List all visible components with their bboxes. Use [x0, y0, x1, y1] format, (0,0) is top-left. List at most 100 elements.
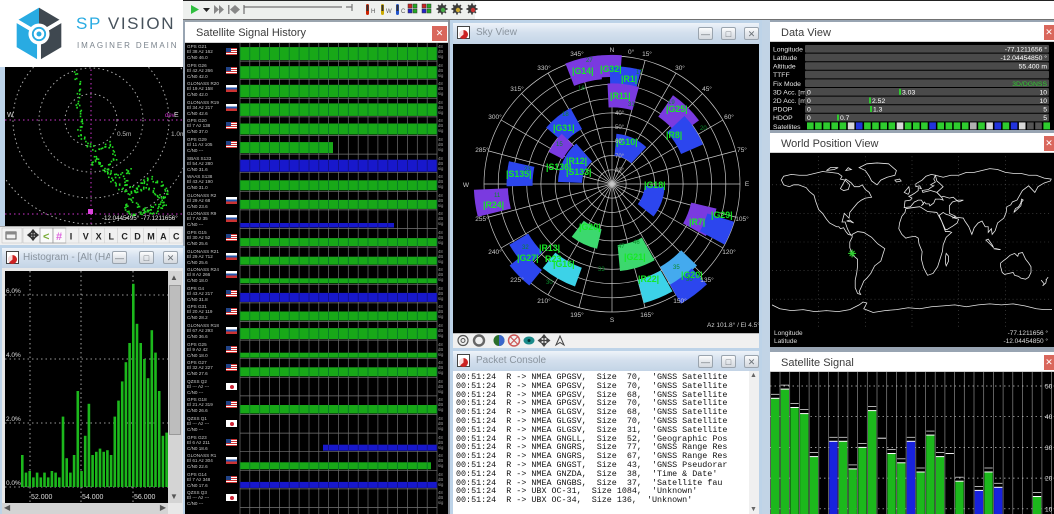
svg-text:11: 11	[494, 193, 501, 199]
svg-text:2.52: 2.52	[872, 98, 885, 105]
svg-text:<: <	[43, 231, 49, 243]
svg-text:|G21|: |G21|	[624, 252, 646, 262]
svg-text:A: A	[160, 232, 167, 242]
svg-text:20: 20	[700, 126, 707, 132]
svg-text:4.0%: 4.0%	[6, 352, 21, 359]
svg-text:5: 5	[1043, 107, 1047, 114]
svg-text:10: 10	[1045, 506, 1053, 513]
svg-text:56.000: 56.000	[134, 494, 156, 501]
svg-text:210°: 210°	[537, 297, 551, 305]
svg-text:60°: 60°	[724, 113, 734, 121]
svg-text:|G20|: |G20|	[579, 222, 601, 232]
svg-text:3D/DGNSS: 3D/DGNSS	[1012, 81, 1047, 88]
svg-text:195°: 195°	[570, 311, 584, 319]
svg-text:|R8|: |R8|	[666, 130, 682, 140]
svg-text:0: 0	[807, 98, 811, 105]
svg-text:32: 32	[522, 245, 529, 251]
svg-text:|R11|: |R11|	[610, 91, 631, 101]
svg-text:345°: 345°	[570, 50, 584, 58]
svg-text:|G32|: |G32|	[600, 64, 622, 74]
svg-text:31: 31	[628, 102, 635, 108]
svg-text:40°: 40°	[615, 111, 625, 117]
svg-text:W: W	[386, 9, 392, 15]
svg-text:135°: 135°	[700, 276, 714, 284]
svg-text:Az 101.8° / El 4.5°: Az 101.8° / El 4.5°	[707, 321, 759, 329]
svg-text:225°: 225°	[510, 276, 524, 284]
svg-text:H: H	[371, 9, 375, 15]
svg-text:30: 30	[1045, 445, 1053, 452]
svg-text:10: 10	[1039, 98, 1047, 105]
svg-text:0.7: 0.7	[840, 115, 850, 122]
svg-text:120°: 120°	[722, 248, 736, 256]
svg-text:0: 0	[807, 107, 811, 114]
svg-text:|S136|: |S136|	[546, 162, 571, 172]
svg-text:240°: 240°	[488, 248, 502, 256]
svg-text:6.0%: 6.0%	[6, 288, 21, 295]
svg-text:80°: 80°	[615, 168, 625, 174]
svg-text:C: C	[401, 9, 406, 15]
svg-text:165°: 165°	[640, 311, 654, 319]
svg-text:70°: 70°	[615, 154, 625, 160]
svg-text:-12.04454850 °: -12.04454850 °	[1000, 54, 1047, 62]
svg-text:18: 18	[562, 112, 569, 118]
svg-text:15: 15	[556, 142, 563, 148]
svg-text:Latitude: Latitude	[773, 55, 797, 62]
svg-text:Altitude: Altitude	[773, 64, 796, 71]
svg-text:30: 30	[546, 280, 553, 286]
svg-text:17: 17	[636, 70, 643, 76]
svg-text:|G27|: |G27|	[517, 253, 539, 263]
svg-text:|G29|: |G29|	[711, 210, 733, 220]
svg-text:-12.0445495° -77.1211656°: -12.0445495° -77.1211656°	[102, 215, 178, 222]
svg-text:Fix Mode: Fix Mode	[773, 81, 801, 88]
svg-text:40: 40	[1045, 414, 1053, 421]
svg-text:45°: 45°	[702, 85, 712, 93]
svg-text:0.5m: 0.5m	[117, 131, 131, 138]
svg-text:19: 19	[668, 100, 675, 106]
svg-text:C: C	[121, 232, 128, 242]
svg-text:105°: 105°	[735, 215, 749, 223]
svg-text:75°: 75°	[737, 146, 747, 154]
svg-text:|R22|: |R22|	[638, 274, 659, 284]
svg-text:0: 0	[807, 89, 811, 96]
svg-text:0°: 0°	[628, 48, 635, 56]
svg-text:16: 16	[578, 86, 585, 92]
svg-text:52.000: 52.000	[31, 494, 53, 501]
svg-text:46: 46	[633, 240, 640, 246]
svg-text:3D Acc. [m]: 3D Acc. [m]	[773, 89, 808, 96]
svg-text:PDOP: PDOP	[773, 107, 793, 114]
svg-text:|R7|: |R7|	[689, 217, 705, 227]
svg-text:23: 23	[524, 167, 531, 173]
svg-text:S: S	[610, 317, 615, 324]
svg-text:285°: 285°	[475, 146, 489, 154]
svg-text:60°: 60°	[615, 139, 625, 145]
svg-text:Satellites: Satellites	[773, 124, 801, 130]
svg-text:50: 50	[1045, 384, 1053, 391]
svg-text:M: M	[147, 232, 155, 242]
svg-text:315°: 315°	[510, 85, 524, 93]
svg-text:55.400 m: 55.400 m	[1019, 64, 1048, 71]
svg-text:5: 5	[1043, 115, 1047, 122]
svg-text:|G31|: |G31|	[553, 123, 575, 133]
svg-text:|R1|: |R1|	[621, 74, 637, 84]
svg-text:50°: 50°	[615, 125, 625, 131]
svg-text:D: D	[134, 232, 141, 242]
svg-text:-77.1211656 °: -77.1211656 °	[1005, 45, 1048, 53]
svg-text:I: I	[70, 232, 73, 242]
svg-text:V: V	[83, 232, 89, 242]
svg-text:33: 33	[598, 267, 605, 273]
svg-text:35: 35	[673, 265, 680, 271]
svg-text:2D Acc. [m]: 2D Acc. [m]	[773, 98, 808, 105]
svg-text:L: L	[109, 232, 115, 242]
svg-text:W: W	[7, 112, 14, 119]
svg-text:255°: 255°	[475, 215, 489, 223]
svg-text:330°: 330°	[537, 64, 551, 72]
svg-text:#: #	[56, 231, 62, 243]
svg-text:Longitude: Longitude	[773, 46, 803, 53]
svg-text:0: 0	[807, 115, 811, 122]
svg-text:|R13|: |R13|	[539, 243, 560, 253]
svg-text:3.03: 3.03	[902, 89, 915, 96]
svg-text:W: W	[463, 182, 470, 189]
svg-text:30°: 30°	[675, 64, 685, 72]
svg-text:47: 47	[618, 244, 625, 250]
svg-text:15°: 15°	[642, 50, 652, 58]
